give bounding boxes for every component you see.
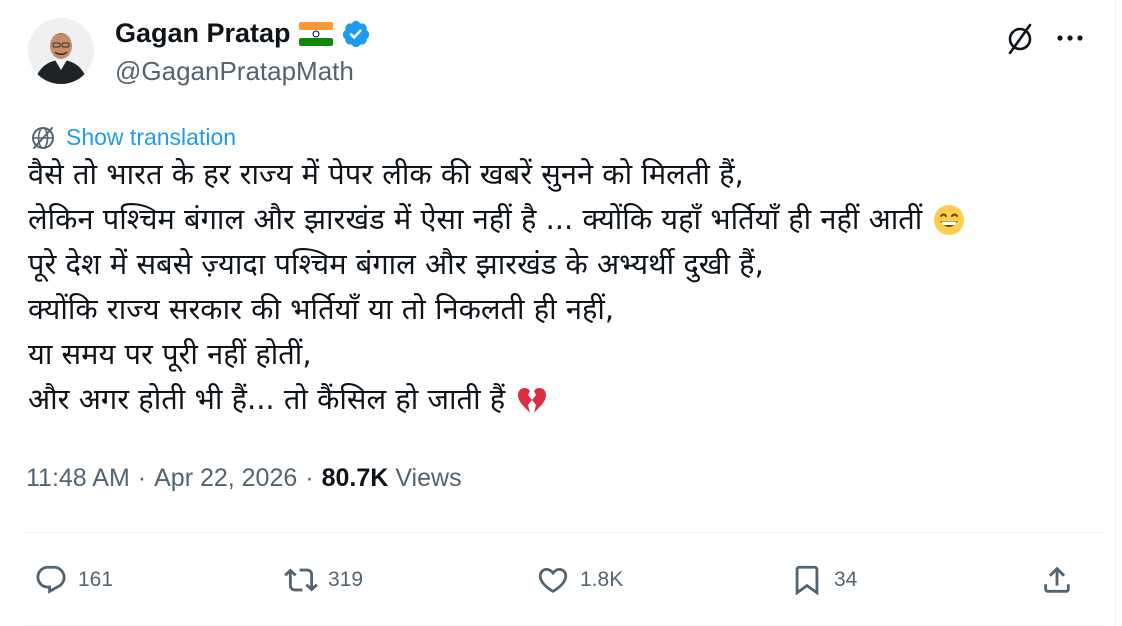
tweet-header: Gagan Pratap @GaganPratapMath — [26, 14, 1106, 94]
tweet-date[interactable]: Apr 22, 2026 — [154, 464, 297, 493]
author-name[interactable]: Gagan Pratap — [115, 18, 291, 49]
meta-separator: · — [305, 464, 314, 492]
tweet-line: और अगर होती भी हैं... तो कैंसिल हो जाती … — [28, 377, 1078, 422]
more-options-button[interactable] — [1052, 20, 1088, 56]
author-handle[interactable]: @GaganPratapMath — [115, 56, 354, 87]
meta-separator: · — [137, 464, 147, 492]
tweet-line: या समय पर पूरी नहीं होतीं, — [28, 332, 1078, 377]
tweet-line-text: पूरे देश में सबसे ज़्यादा पश्चिम बंगाल औ… — [28, 247, 764, 281]
reply-button[interactable]: 161 — [34, 556, 113, 604]
like-count: 1.8K — [580, 568, 624, 591]
tweet-line: क्योंकि राज्य सरकार की भर्तियाँ या तो नि… — [28, 287, 1078, 332]
more-options-icon — [1057, 35, 1083, 41]
tweet-line-text: और अगर होती भी हैं... तो कैंसिल हो जाती … — [28, 382, 506, 416]
show-translation-label: Show translation — [66, 124, 237, 150]
avatar[interactable] — [28, 18, 94, 84]
verified-badge-icon[interactable] — [341, 19, 371, 49]
views-label: Views — [395, 464, 462, 492]
heart-icon — [538, 567, 568, 593]
tweet-time[interactable]: 11:48 AM — [26, 464, 130, 493]
repost-button[interactable]: 319 — [284, 556, 363, 604]
grok-button[interactable] — [1002, 20, 1038, 56]
tweet-line: वैसे तो भारत के हर राज्य में पेपर लीक की… — [28, 152, 1078, 197]
tweet-line: लेकिन पश्चिम बंगाल और झारखंड में ऐसा नही… — [28, 197, 1078, 242]
globe-icon — [32, 126, 54, 149]
views-count: 80.7K — [321, 464, 389, 492]
like-button[interactable]: 1.8K — [536, 556, 623, 604]
repost-icon — [284, 568, 318, 592]
tweet-line-text: या समय पर पूरी नहीं होतीं, — [28, 337, 312, 371]
share-icon — [1044, 566, 1070, 593]
bookmark-icon — [795, 565, 819, 596]
repost-count: 319 — [328, 568, 364, 591]
bookmark-button[interactable]: 34 — [790, 556, 857, 604]
tweet-line-text: क्योंकि राज्य सरकार की भर्तियाँ या तो नि… — [28, 292, 615, 326]
reply-icon — [36, 565, 66, 594]
show-translation-link[interactable]: Show translation — [30, 124, 236, 151]
share-button[interactable] — [1040, 556, 1074, 604]
action-bar: 161 319 1.8K 34 — [24, 556, 1084, 604]
divider — [24, 532, 1104, 533]
broken-heart-emoji — [515, 383, 549, 417]
tweet-meta: 11:48 AM · Apr 22, 2026 · 80.7K Views — [26, 464, 462, 493]
tweet-line-text: लेकिन पश्चिम बंगाल और झारखंड में ऐसा नही… — [28, 202, 923, 236]
column-border — [1115, 0, 1116, 626]
tweet-line-text: वैसे तो भारत के हर राज्य में पेपर लीक की… — [28, 157, 744, 191]
tweet-text: वैसे तो भारत के हर राज्य में पेपर लीक की… — [28, 152, 1078, 422]
reply-count: 161 — [78, 568, 114, 591]
author-name-row: Gagan Pratap — [115, 18, 371, 49]
tweet-line: पूरे देश में सबसे ज़्यादा पश्चिम बंगाल औ… — [28, 242, 1078, 287]
grinning-face-emoji — [932, 203, 966, 237]
bookmark-count: 34 — [834, 568, 858, 591]
grok-icon — [1008, 23, 1032, 54]
india-flag-icon — [298, 21, 333, 46]
